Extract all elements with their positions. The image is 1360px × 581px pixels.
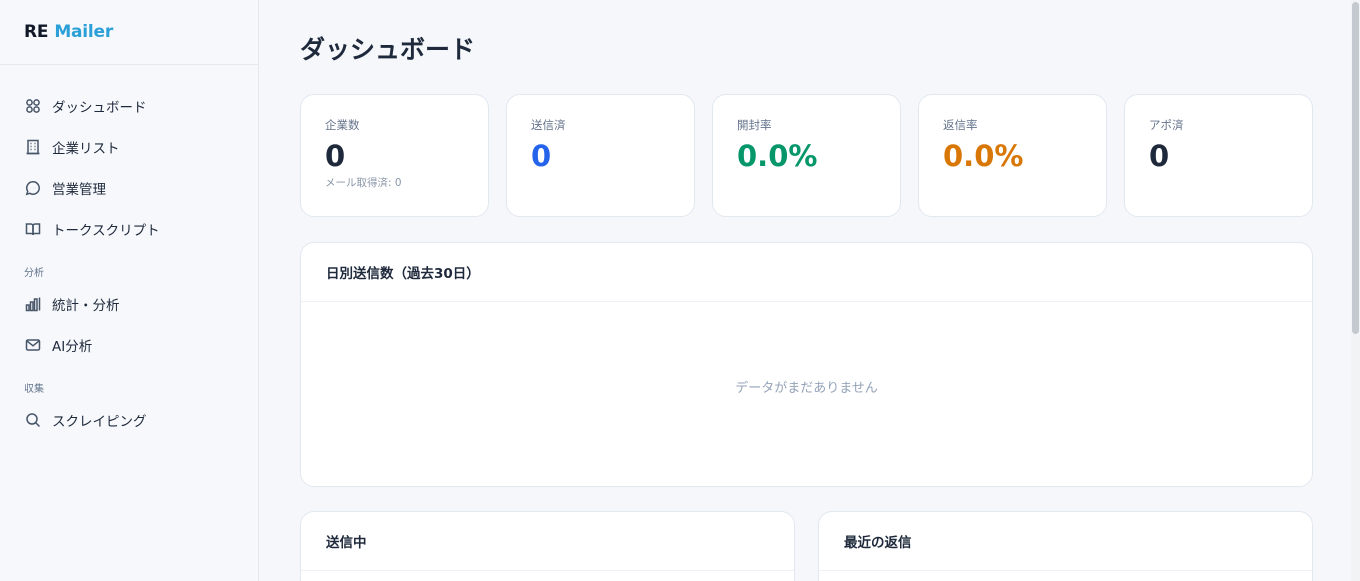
sidebar-item-label: 統計・分析 [52,297,120,314]
stat-card-sent: 送信済 0 [506,94,695,217]
main-content: ダッシュボード 企業数 0 メール取得済: 0 送信済 0 開封率 0.0% 返… [259,0,1360,581]
stat-label: 開封率 [737,118,772,132]
mail-icon [24,336,42,354]
sidebar-item-ai-analysis[interactable]: AI分析 [0,324,258,365]
empty-state-text: データがまだありません [735,381,878,396]
daily-sends-panel: 日別送信数（過去30日） データがまだありません [300,242,1313,487]
recent-replies-panel: 最近の返信 [818,511,1313,581]
sidebar-item-label: 営業管理 [52,181,106,198]
sidebar-item-label: 企業リスト [52,140,120,157]
stat-value: 0.0% [737,139,818,173]
sidebar-item-company-list[interactable]: 企業リスト [0,126,258,167]
stat-label: 送信済 [531,118,566,132]
bar-chart-icon [24,295,42,313]
stat-card-companies: 企業数 0 メール取得済: 0 [300,94,489,217]
sidebar-nav: ダッシュボード 企業リスト 営業管理 トークスクリプト 分析 統計・分析 AI分… [0,65,258,440]
scrollbar-thumb[interactable] [1352,2,1359,334]
sidebar-item-label: トークスクリプト [52,222,160,239]
stat-value: 0 [1149,139,1170,173]
sidebar-item-sales[interactable]: 営業管理 [0,167,258,208]
sidebar-item-label: AI分析 [52,338,93,355]
sending-panel: 送信中 [300,511,795,581]
stat-value: 0 [531,139,552,173]
sidebar-item-talk-script[interactable]: トークスクリプト [0,208,258,249]
book-icon [24,220,42,238]
section-label-collect: 収集 [24,383,44,395]
search-icon [24,411,42,429]
stat-label: アポ済 [1149,118,1184,132]
section-label-analysis: 分析 [24,267,44,279]
stats-row: 企業数 0 メール取得済: 0 送信済 0 開封率 0.0% 返信率 0.0% … [300,94,1313,217]
sidebar-item-scraping[interactable]: スクレイピング [0,399,258,440]
sidebar-item-label: ダッシュボード [52,99,147,116]
stat-value: 0.0% [943,139,1024,173]
stat-card-reply-rate: 返信率 0.0% [918,94,1107,217]
building-icon [24,138,42,156]
stat-card-open-rate: 開封率 0.0% [712,94,901,217]
app-root: RE Mailer ダッシュボード 企業リスト 営業管理 トークスクリプト 分析… [0,0,1360,581]
stat-value: 0 [325,139,346,173]
sidebar-item-dashboard[interactable]: ダッシュボード [0,85,258,126]
chat-bubble-icon [24,179,42,197]
sidebar: RE Mailer ダッシュボード 企業リスト 営業管理 トークスクリプト 分析… [0,0,259,581]
vertical-scrollbar[interactable] [1351,0,1360,581]
brand-part1: RE [24,22,49,42]
stat-card-appointments: アポ済 0 [1124,94,1313,217]
brand-logo[interactable]: RE Mailer [0,0,258,65]
sidebar-item-label: スクレイピング [52,413,147,430]
panel-title: 最近の返信 [819,512,1312,571]
sidebar-item-statistics[interactable]: 統計・分析 [0,283,258,324]
stat-label: 返信率 [943,118,978,132]
brand-part2: Mailer [54,22,114,42]
dashboard-grid-icon [24,97,42,115]
stat-sub: メール取得済: 0 [325,177,402,189]
stat-label: 企業数 [325,118,360,132]
panel-title: 送信中 [301,512,794,571]
panel-title: 日別送信数（過去30日） [301,243,1312,302]
page-title: ダッシュボード [300,35,476,64]
